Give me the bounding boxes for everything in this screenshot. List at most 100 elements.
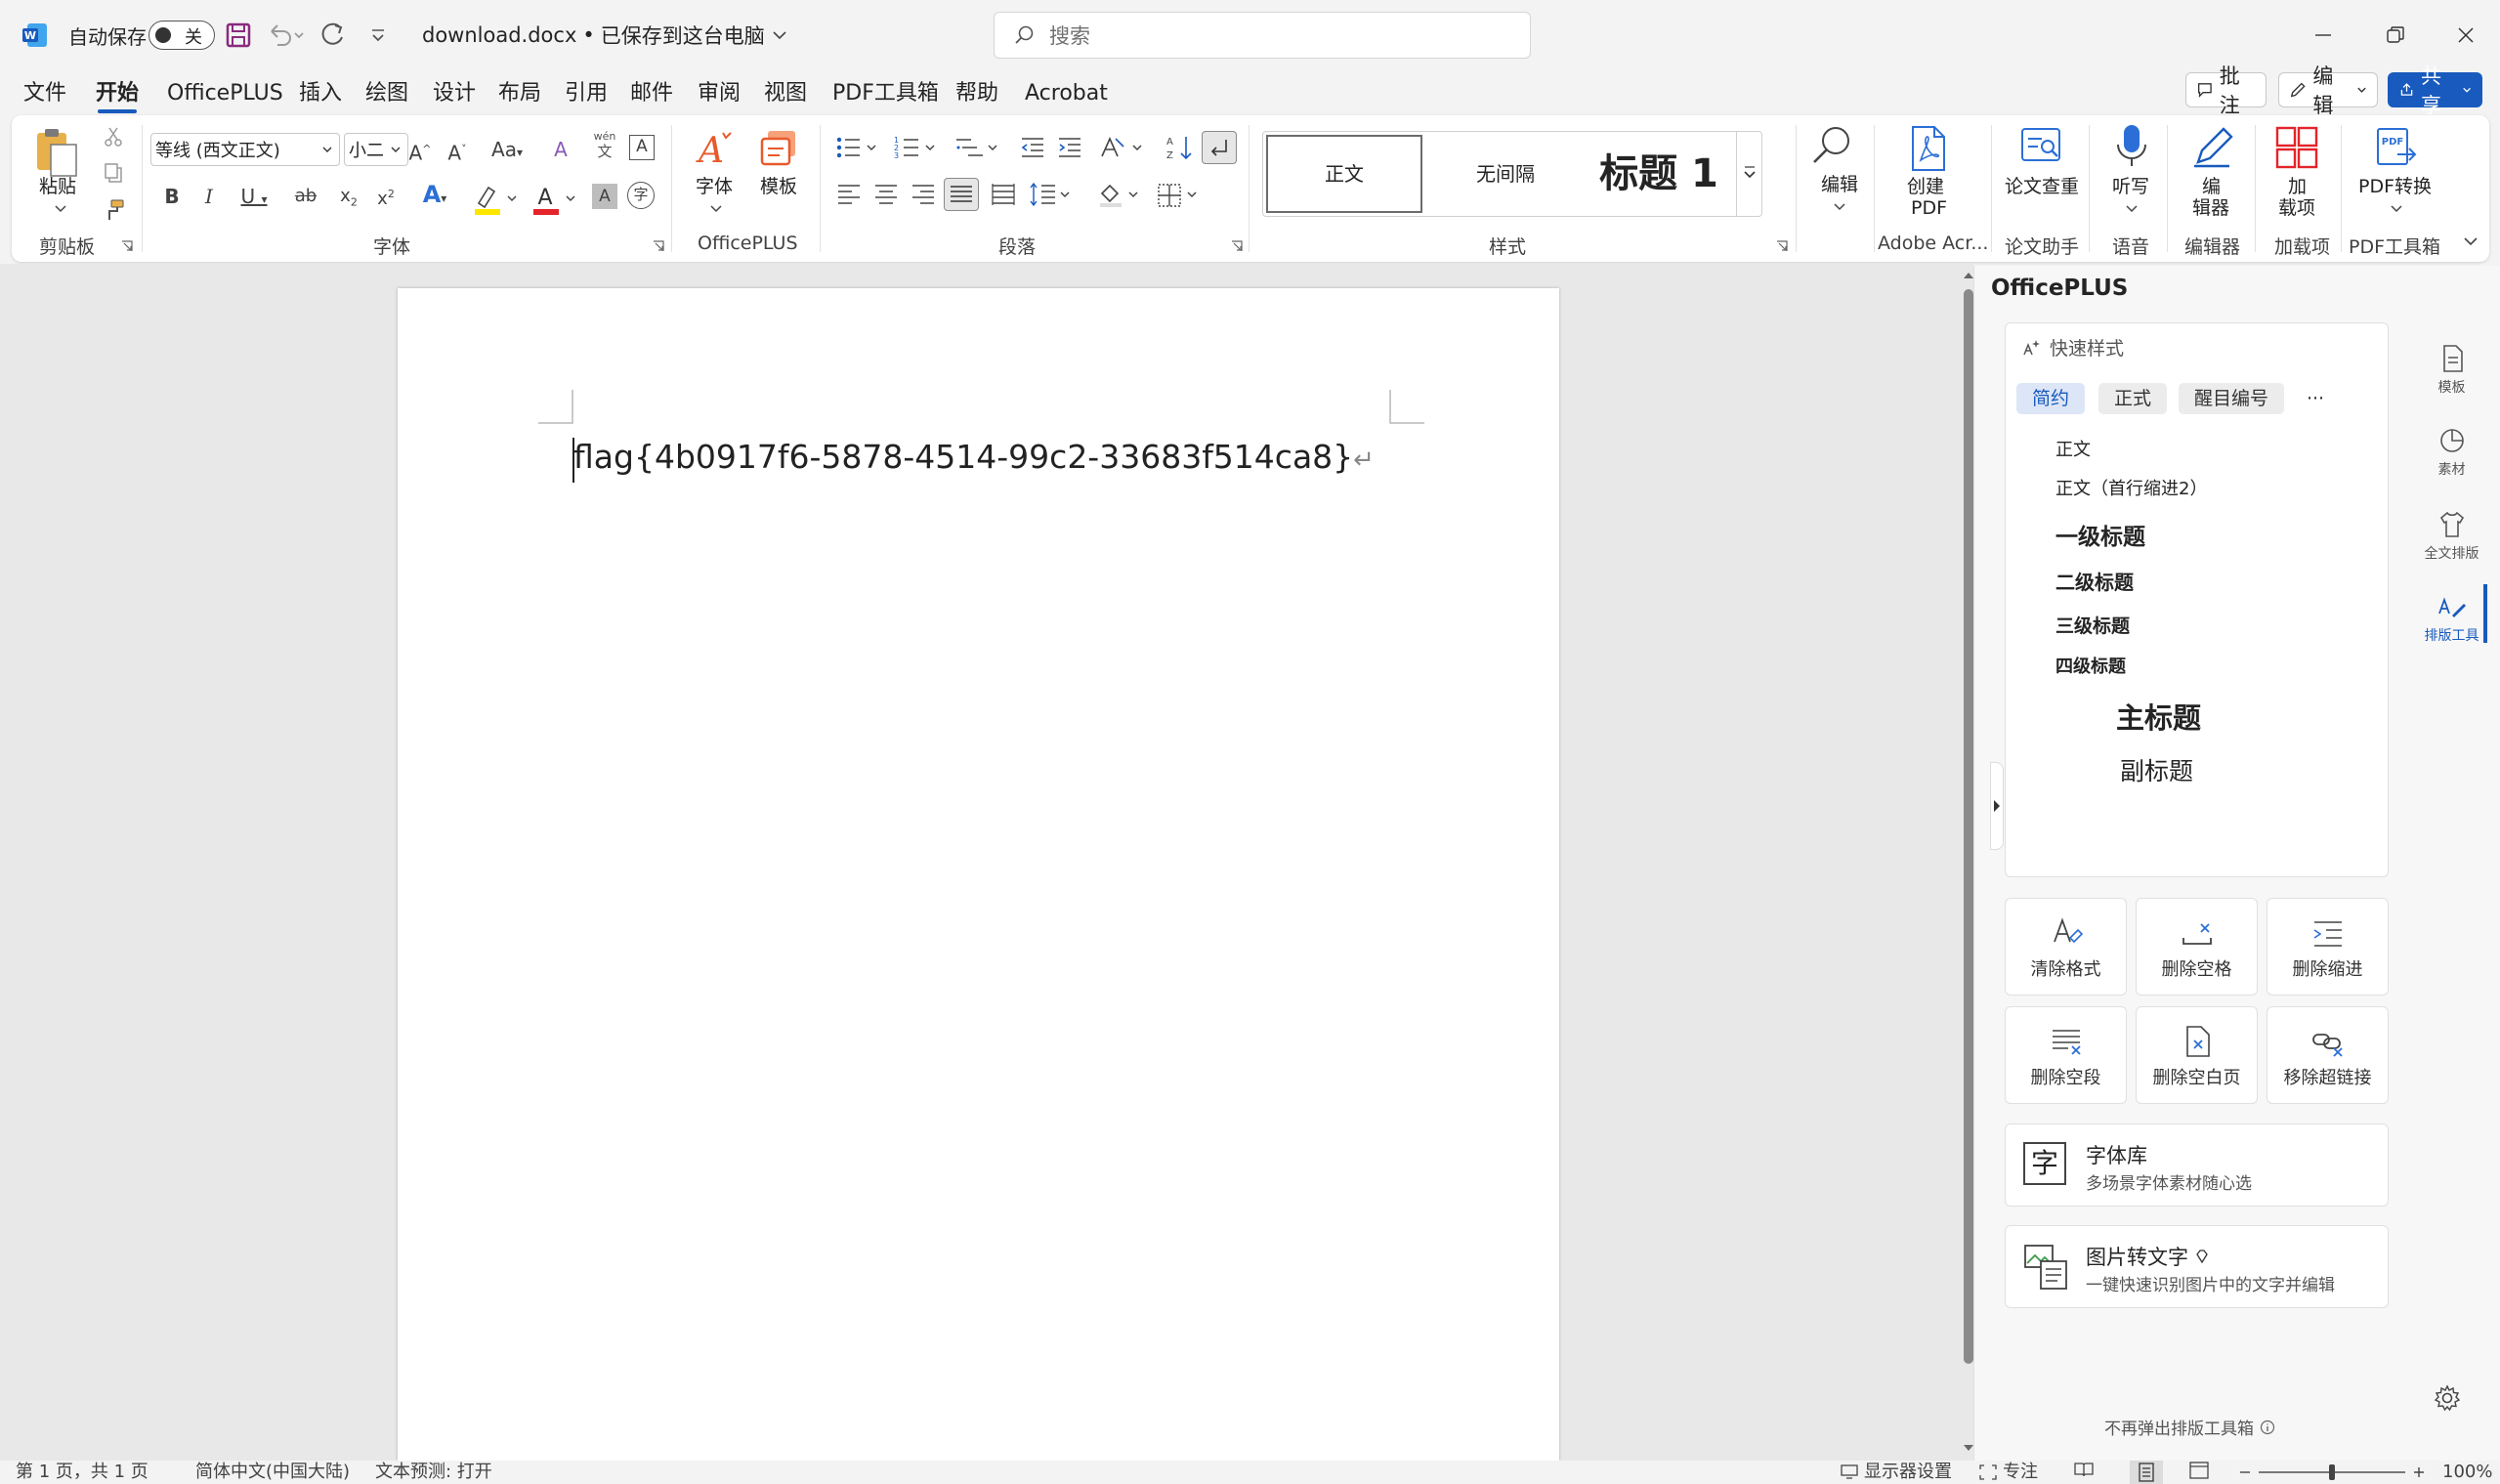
format-painter-icon[interactable] bbox=[102, 198, 125, 222]
clear-formatting-icon[interactable]: A bbox=[547, 135, 574, 164]
dialog-launcher-icon[interactable] bbox=[1776, 240, 1788, 252]
microphone-icon[interactable] bbox=[2114, 123, 2149, 170]
paper-check-label[interactable]: 论文查重 bbox=[2005, 176, 2079, 197]
font-size-select[interactable]: 小二 bbox=[344, 133, 408, 166]
rail-templates[interactable]: 模板 bbox=[2403, 344, 2500, 397]
tab-officeplus[interactable]: OfficePLUS bbox=[167, 76, 283, 111]
multilevel-list-icon[interactable] bbox=[953, 133, 1002, 162]
language-status[interactable]: 简体中文(中国大陆) bbox=[195, 1461, 350, 1484]
show-formatting-marks-button[interactable] bbox=[1202, 131, 1237, 164]
officeplus-font-label[interactable]: 字体 bbox=[696, 176, 733, 197]
borders-icon[interactable] bbox=[1155, 180, 1204, 209]
style-tab-formal[interactable]: 正式 bbox=[2098, 383, 2167, 414]
shrink-font-icon[interactable]: A˅ bbox=[444, 135, 471, 168]
enclose-characters-icon[interactable]: 字 bbox=[627, 182, 655, 209]
dictate-label[interactable]: 听写 bbox=[2112, 176, 2149, 197]
zoom-in-icon[interactable] bbox=[2411, 1461, 2427, 1484]
bold-icon[interactable]: B bbox=[160, 182, 184, 211]
tab-file[interactable]: 文件 bbox=[23, 76, 66, 111]
tab-home[interactable]: 开始 bbox=[96, 76, 139, 113]
bullets-icon[interactable] bbox=[834, 133, 883, 162]
create-pdf-label-1[interactable]: 创建 bbox=[1907, 176, 1944, 197]
autosave-toggle[interactable]: 关 bbox=[148, 14, 215, 57]
tab-pdf-toolbox[interactable]: PDF工具箱 bbox=[832, 76, 939, 111]
editing-mode-button[interactable]: 编辑 bbox=[2278, 64, 2378, 117]
text-effects-icon[interactable]: A▾ bbox=[410, 180, 459, 213]
comments-button[interactable]: 批注 bbox=[2185, 64, 2267, 117]
paper-check-icon[interactable] bbox=[2018, 125, 2063, 170]
zoom-slider[interactable] bbox=[2259, 1461, 2405, 1484]
officeplus-font-icon[interactable]: A bbox=[694, 127, 737, 170]
increase-indent-icon[interactable] bbox=[1055, 133, 1084, 162]
quick-style-heading-3[interactable]: 三级标题 bbox=[2055, 612, 2130, 638]
close-window-button[interactable] bbox=[2454, 14, 2478, 57]
styles-more-button[interactable] bbox=[1736, 132, 1762, 216]
template-icon[interactable] bbox=[758, 127, 801, 170]
copy-icon[interactable] bbox=[102, 161, 125, 185]
sort-icon[interactable]: AZ bbox=[1165, 133, 1194, 162]
search-box[interactable]: 搜索 bbox=[994, 12, 1531, 59]
decrease-indent-icon[interactable] bbox=[1018, 133, 1047, 162]
dialog-launcher-icon[interactable] bbox=[121, 240, 133, 252]
tab-insert[interactable]: 插入 bbox=[299, 76, 342, 111]
quick-style-body[interactable]: 正文 bbox=[2055, 436, 2091, 461]
distributed-icon[interactable] bbox=[989, 180, 1018, 209]
strikethrough-icon[interactable]: ab bbox=[291, 182, 320, 211]
chevron-down-icon[interactable] bbox=[54, 203, 67, 215]
paste-label[interactable]: 粘贴 bbox=[39, 176, 76, 197]
align-left-icon[interactable] bbox=[834, 180, 864, 209]
character-shading-icon[interactable]: A bbox=[592, 184, 617, 209]
pdf-convert-label[interactable]: PDF转换 bbox=[2358, 176, 2432, 197]
style-tab-more[interactable]: ··· bbox=[2296, 383, 2335, 414]
style-tab-numbered[interactable]: 醒目编号 bbox=[2179, 383, 2284, 414]
remove-spaces-tool[interactable]: 删除空格 bbox=[2136, 898, 2258, 996]
create-pdf-label-2[interactable]: PDF bbox=[1911, 197, 1947, 219]
font-name-select[interactable]: 等线 (西文正文) bbox=[150, 133, 340, 166]
align-right-icon[interactable] bbox=[909, 180, 938, 209]
line-spacing-icon[interactable] bbox=[1028, 180, 1077, 209]
minimize-button[interactable] bbox=[2311, 14, 2335, 57]
style-no-spacing[interactable]: 无间隔 bbox=[1427, 135, 1584, 213]
document-title[interactable]: download.docx • 已保存到这台电脑 bbox=[422, 14, 788, 57]
document-body-text[interactable]: flag{4b0917f6-5878-4514-99c2-33683f514ca… bbox=[573, 438, 1375, 476]
image-to-text-card[interactable]: 图片转文字 一键快速识别图片中的文字并编辑 bbox=[2005, 1225, 2389, 1308]
editing-label[interactable]: 编辑 bbox=[1821, 174, 1858, 195]
remove-hyperlinks-tool[interactable]: 移除超链接 bbox=[2267, 1006, 2389, 1104]
font-library-card[interactable]: 字 字体库 多场景字体素材随心选 bbox=[2005, 1124, 2389, 1207]
quick-style-title[interactable]: 主标题 bbox=[2116, 696, 2201, 737]
focus-mode[interactable]: 专注 bbox=[1979, 1461, 2038, 1484]
pdf-convert-icon[interactable]: PDF bbox=[2374, 125, 2419, 170]
asian-layout-icon[interactable] bbox=[1098, 133, 1147, 162]
save-icon[interactable] bbox=[225, 14, 252, 57]
subscript-icon[interactable]: x2 bbox=[334, 182, 363, 218]
clear-formatting-tool[interactable]: 清除格式 bbox=[2005, 898, 2127, 996]
rail-materials[interactable]: 素材 bbox=[2403, 426, 2500, 479]
tab-layout[interactable]: 布局 bbox=[498, 76, 541, 111]
highlight-color-icon[interactable] bbox=[471, 182, 522, 217]
share-button[interactable]: 共享 bbox=[2388, 64, 2482, 117]
page-count[interactable]: 第 1 页，共 1 页 bbox=[16, 1461, 148, 1484]
add-ins-label-2[interactable]: 载项 bbox=[2278, 197, 2315, 219]
zoom-level[interactable]: 100% bbox=[2442, 1461, 2492, 1484]
quick-style-heading-2[interactable]: 二级标题 bbox=[2055, 567, 2134, 595]
tab-acrobat[interactable]: Acrobat bbox=[1025, 76, 1108, 111]
font-color-icon[interactable]: A bbox=[530, 182, 580, 217]
editor-label-1[interactable]: 编 bbox=[2202, 176, 2221, 197]
redo-icon[interactable] bbox=[318, 14, 348, 57]
remove-indent-tool[interactable]: 删除缩进 bbox=[2267, 898, 2389, 996]
character-border-icon[interactable]: A bbox=[629, 135, 655, 160]
tab-draw[interactable]: 绘图 bbox=[365, 76, 408, 111]
style-normal[interactable]: 正文 bbox=[1266, 135, 1422, 213]
tab-design[interactable]: 设计 bbox=[433, 76, 476, 111]
zoom-out-icon[interactable] bbox=[2237, 1461, 2253, 1484]
cut-icon[interactable] bbox=[102, 125, 125, 148]
find-icon[interactable] bbox=[1809, 123, 1854, 168]
style-heading-1[interactable]: 标题 1 bbox=[1586, 135, 1732, 213]
tab-help[interactable]: 帮助 bbox=[955, 76, 998, 111]
customize-toolbar-icon[interactable] bbox=[369, 14, 387, 57]
ribbon-options-chevron-icon[interactable] bbox=[2462, 233, 2479, 250]
undo-icon[interactable] bbox=[266, 14, 305, 57]
change-case-icon[interactable]: Aa▾ bbox=[485, 135, 530, 167]
chevron-down-icon[interactable] bbox=[2125, 203, 2139, 215]
dialog-launcher-icon[interactable] bbox=[653, 240, 664, 252]
